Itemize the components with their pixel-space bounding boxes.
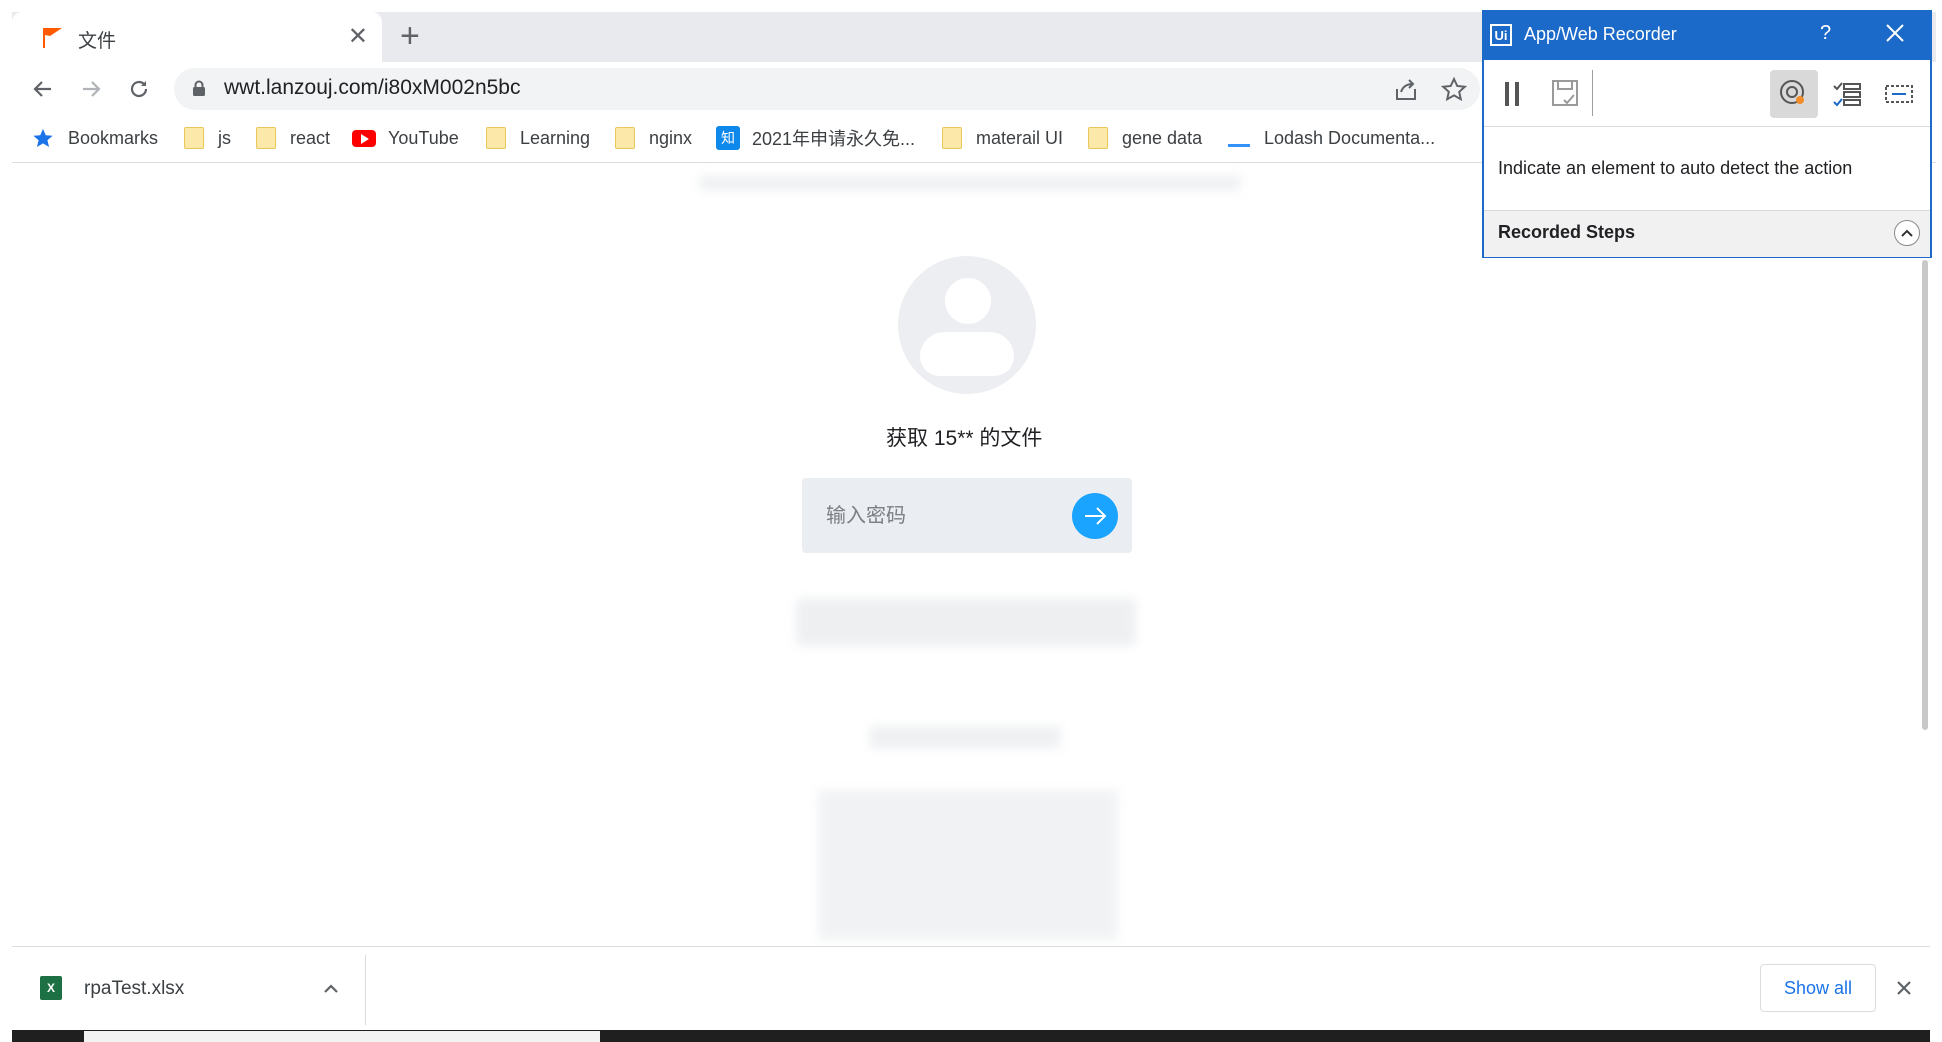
chevron-up-icon [1901, 229, 1913, 237]
avatar-body [920, 332, 1014, 376]
youtube-icon [352, 129, 376, 147]
blurred-qr-code [818, 790, 1118, 940]
bookmark-react[interactable]: react [256, 124, 330, 152]
blurred-text [700, 176, 1240, 190]
share-icon[interactable] [1392, 76, 1420, 104]
password-input[interactable] [816, 492, 1056, 538]
help-button[interactable]: ? [1820, 22, 1831, 45]
show-all-button[interactable]: Show all [1760, 964, 1876, 1012]
excel-file-icon: X [40, 976, 62, 1000]
bookmark-label: nginx [649, 127, 693, 148]
bookmark-lodash[interactable]: Lodash Documenta... [1228, 124, 1435, 152]
bookmark-label: 2021年申请永久免... [752, 129, 916, 149]
bookmark-nginx[interactable]: nginx [615, 124, 692, 152]
bookmark-materail-ui[interactable]: materail UI [942, 124, 1063, 152]
arrow-right-icon [1085, 507, 1107, 525]
blurred-text [870, 726, 1060, 748]
folder-icon [615, 127, 635, 149]
collapse-steps-button[interactable] [1894, 220, 1920, 246]
bookmark-label: Lodash Documenta... [1264, 127, 1436, 148]
submit-password-button[interactable] [1072, 493, 1118, 539]
lock-icon[interactable] [192, 80, 206, 96]
folder-icon [184, 127, 204, 149]
lanzou-flag-icon [43, 28, 62, 48]
star-icon [33, 128, 53, 147]
bookmark-label: Learning [520, 127, 591, 148]
avatar-head [945, 278, 991, 324]
recorder-title: App/Web Recorder [1524, 24, 1677, 44]
auto-detect-button[interactable] [1770, 70, 1818, 118]
tab-title: 文件 [78, 31, 117, 52]
bookmark-label: materail UI [976, 127, 1064, 148]
bookmark-label: react [290, 127, 331, 148]
step-list-icon[interactable] [1832, 80, 1862, 108]
lodash-icon [1228, 143, 1250, 147]
uipath-logo-icon: Ui [1490, 24, 1512, 46]
chevron-up-icon[interactable] [320, 978, 342, 1000]
avatar [898, 256, 1036, 394]
bookmark-label: js [218, 127, 231, 148]
folder-icon [256, 127, 276, 149]
taskbar-app[interactable] [84, 1031, 600, 1042]
download-shelf [12, 946, 1930, 1035]
forward-icon[interactable] [74, 72, 108, 106]
bookmark-label: YouTube [388, 127, 459, 148]
tab-close-icon[interactable]: ✕ [348, 22, 368, 51]
page-heading: 获取 15** 的文件 [886, 427, 1043, 450]
url-text[interactable]: wwt.lanzouj.com/i80xM002n5bc [224, 76, 520, 100]
bookmark-youtube[interactable]: YouTube [352, 124, 459, 152]
bookmark-label: gene data [1122, 127, 1203, 148]
zhihu-icon: 知 [716, 126, 740, 150]
browser-tab[interactable]: 文件 ✕ [12, 12, 382, 62]
screen-select-icon[interactable] [1884, 80, 1914, 108]
toolbar-divider [1592, 70, 1593, 116]
folder-icon [942, 127, 962, 149]
shelf-divider [365, 955, 366, 1025]
bookmark-label: Bookmarks [68, 127, 159, 148]
close-shelf-icon[interactable] [1892, 976, 1916, 1000]
blurred-button [796, 598, 1136, 646]
bookmark-js[interactable]: js [184, 124, 231, 152]
folder-icon [1088, 127, 1108, 149]
download-item[interactable]: rpaTest.xlsx [84, 978, 184, 1000]
reload-icon[interactable] [122, 72, 156, 106]
bookmark-zhihu[interactable]: 知 2021年申请永久免... [716, 124, 915, 152]
recorded-steps-label: Recorded Steps [1498, 222, 1636, 242]
pause-icon[interactable] [1502, 80, 1524, 108]
target-icon [1780, 80, 1804, 104]
bookmark-learning[interactable]: Learning [486, 124, 590, 152]
save-steps-icon[interactable] [1550, 78, 1580, 108]
recorder-hint: Indicate an element to auto detect the a… [1498, 158, 1853, 178]
page-scrollbar[interactable] [1922, 260, 1928, 730]
back-icon[interactable] [26, 72, 60, 106]
folder-icon [486, 127, 506, 149]
bookmark-bookmarks[interactable]: Bookmarks [32, 124, 158, 152]
new-tab-icon[interactable]: + [400, 14, 420, 58]
bookmark-star-icon[interactable] [1440, 76, 1468, 104]
recorder-close-icon[interactable] [1884, 22, 1906, 44]
bookmark-gene-data[interactable]: gene data [1088, 124, 1202, 152]
